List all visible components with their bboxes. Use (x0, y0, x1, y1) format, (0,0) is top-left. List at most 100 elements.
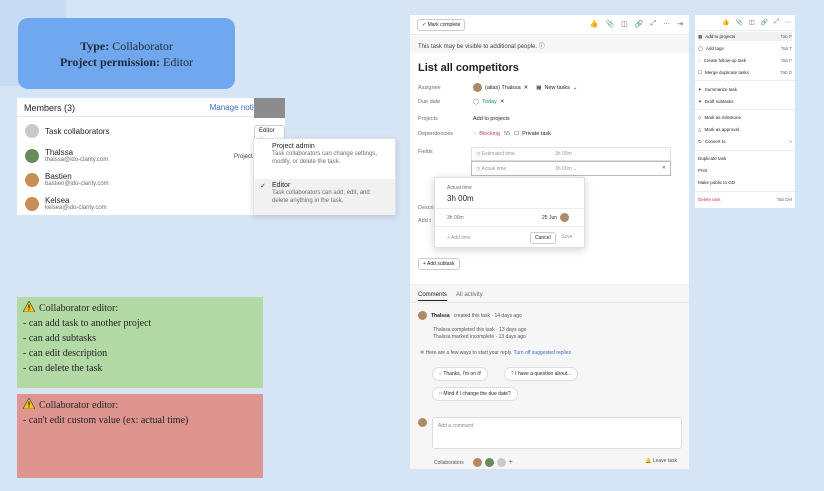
activity-incomplete: Thalssa marked incomplete · 13 days ago (433, 334, 526, 340)
add-label: Add t (418, 218, 431, 224)
project-icon: ▦ (698, 33, 703, 39)
comment-input[interactable]: Add a comment (432, 417, 682, 449)
attachment-icon[interactable]: 📎 (736, 19, 743, 26)
permission-dropdown: Project admin Task collaborators can cha… (253, 138, 396, 215)
menu-item-create-follow-up[interactable]: ◌ Create follow-up task Tab F (698, 56, 792, 65)
note-line: - can add task to another project (23, 318, 152, 329)
tab-all-activity[interactable]: All activity (456, 292, 483, 298)
estimated-time-field[interactable]: ◷ Estimated time 3h 00m (471, 147, 671, 161)
actual-value: 3h 00m (555, 166, 572, 172)
more-icon[interactable]: ⋯ (785, 19, 791, 26)
option-editor[interactable]: ✓ Editor Task collaborators can add, edi… (254, 179, 395, 215)
subtask-icon[interactable]: ◫ (621, 20, 628, 28)
popup-label: Actual time (447, 185, 472, 191)
suggested-reply[interactable]: □ Mind if I change the due date? (432, 387, 518, 401)
check-icon: ✓ (260, 183, 266, 190)
leave-task-button[interactable]: 🔔 Leave task (645, 458, 677, 464)
collaborators-row: Collaborators + (434, 458, 513, 467)
project-column-label: Project (234, 154, 253, 160)
assignee-value[interactable]: (alias) Thalssa (485, 85, 521, 91)
add-subtask-button[interactable]: + Add subtask (418, 258, 460, 270)
turn-off-suggestions-link[interactable]: Turn off suggested replies (514, 350, 572, 356)
clock-icon: ◷ (476, 166, 481, 172)
section-icon: ▦ (536, 84, 542, 91)
save-button[interactable]: Save (557, 232, 576, 242)
dependencies-row: Dependencies ◌ Blocking 55 ☐ Private task (418, 131, 551, 137)
warning-icon (23, 301, 35, 312)
menu-item-mark-milestone[interactable]: ◇ Mark as milestone (698, 113, 792, 122)
menu-item-print[interactable]: Print (698, 166, 792, 175)
expand-icon[interactable]: ⤢ (774, 19, 779, 26)
avatar (25, 196, 39, 211)
menu-item-make-public[interactable]: Make public to GD (698, 178, 792, 187)
cancel-button[interactable]: Cancel (530, 232, 556, 244)
assignee-section[interactable]: New tasks (544, 85, 569, 91)
option-project-admin[interactable]: Project admin Task collaborators can cha… (254, 143, 395, 166)
due-date-value[interactable]: Today (482, 99, 497, 105)
visibility-banner: This task may be visible to additional p… (410, 36, 689, 53)
avatar (25, 148, 39, 163)
menu-item-convert-to[interactable]: ↻ Convert to > (698, 137, 792, 146)
attachment-icon[interactable]: 📎 (605, 20, 614, 28)
thumbs-up-icon[interactable]: 👍 (722, 19, 729, 26)
activity-created: Thalssa created this task · 14 days ago (418, 311, 522, 320)
assignee-row: Assignee (alias) Thalssa ✕ ▦ New tasks ⌄ (418, 83, 578, 92)
add-to-projects[interactable]: Add to projects (473, 116, 510, 122)
popup-value[interactable]: 3h 00m (447, 194, 474, 203)
member-row: Thalssa thalssa@ido-clarity.com (25, 148, 108, 163)
sparkle-icon: ✦ (698, 98, 702, 104)
approval-icon: △ (698, 126, 702, 132)
menu-item-add-to-projects[interactable]: ▦ Add to projects Tab P (698, 32, 792, 41)
remove-icon[interactable]: ✕ (500, 99, 505, 105)
convert-icon: ↻ (698, 138, 702, 144)
member-row: Kelsea kelsea@ido-clarity.com (25, 196, 107, 211)
suggested-reply[interactable]: ○ Thanks, I'm on it! (432, 367, 489, 381)
suggested-hint: ❄ Here are a few ways to start your repl… (420, 350, 572, 356)
expand-icon[interactable]: ⤢ (651, 20, 657, 28)
note-red: Collaborator editor: - can't edit custom… (17, 394, 263, 478)
suggested-reply[interactable]: ? I have a question about... (504, 367, 579, 381)
thumbs-up-icon[interactable]: 👍 (590, 20, 599, 28)
menu-item-mark-approval[interactable]: △ Mark as approval (698, 125, 792, 134)
actual-time-field[interactable]: ◷ Actual time 3h 00m ⌄ ✕ (471, 161, 671, 176)
note-title: Collaborator editor: (39, 303, 119, 314)
avatar (418, 311, 427, 320)
mark-complete-button[interactable]: ✓ Mark complete (417, 19, 466, 31)
projects-row: Projects Add to projects (418, 116, 510, 122)
help-icon[interactable]: ⓘ (539, 44, 545, 50)
chevron-down-icon: ⌄ (572, 84, 578, 91)
tab-comments[interactable]: Comments (418, 292, 448, 301)
menu-item-merge-duplicates[interactable]: ☐ Merge duplicate tasks Tab D (698, 68, 792, 77)
task-title[interactable]: List all competitors (418, 62, 519, 74)
member-name: Bastien (45, 172, 72, 181)
members-heading: Members (3) (24, 103, 76, 113)
avatar (418, 418, 427, 427)
link-icon[interactable]: 🔗 (635, 20, 644, 28)
close-pane-icon[interactable]: ⇥ (677, 20, 683, 28)
task-toolbar: ✓ Mark complete 👍 📎 ◫ 🔗 ⤢ ⋯ ⇥ (410, 15, 689, 35)
more-actions-menu: 👍 📎 ◫ 🔗 ⤢ ⋯ ▦ Add to projects Tab P ◯ Add t… (695, 15, 795, 208)
note-line: - can add subtasks (23, 333, 97, 344)
more-icon[interactable]: ⋯ (663, 20, 670, 28)
clear-icon[interactable]: ✕ (662, 165, 666, 171)
menu-item-draft-subtasks[interactable]: ✦ Draft subtasks (698, 97, 792, 106)
entry-date: 25 Jun (542, 214, 558, 221)
follow-up-icon: ◌ (698, 58, 701, 63)
calendar-icon: □ (439, 391, 443, 397)
add-collaborator-icon[interactable]: + (509, 459, 513, 466)
private-task-link[interactable]: Private task (522, 131, 551, 137)
link-icon[interactable]: 🔗 (761, 19, 768, 26)
add-time-button[interactable]: + Add time (447, 235, 471, 241)
menu-item-add-tags[interactable]: ◯ Add tags Tab T (698, 44, 792, 53)
time-entry: 3h 00m (447, 215, 464, 221)
calendar-icon: ◯ (473, 99, 480, 105)
sparkle-icon: ❄ (420, 350, 425, 356)
remove-icon[interactable]: ✕ (524, 85, 529, 91)
avatar (25, 172, 39, 187)
milestone-icon: ◇ (698, 114, 702, 120)
menu-item-duplicate[interactable]: Duplicate task (698, 154, 792, 163)
menu-item-summarize[interactable]: ✦ Summarize task (698, 85, 792, 94)
blocking-label[interactable]: Blocking (479, 131, 500, 137)
menu-item-delete-task[interactable]: Delete task Tab Del (698, 195, 792, 204)
subtask-icon[interactable]: ◫ (749, 19, 755, 26)
